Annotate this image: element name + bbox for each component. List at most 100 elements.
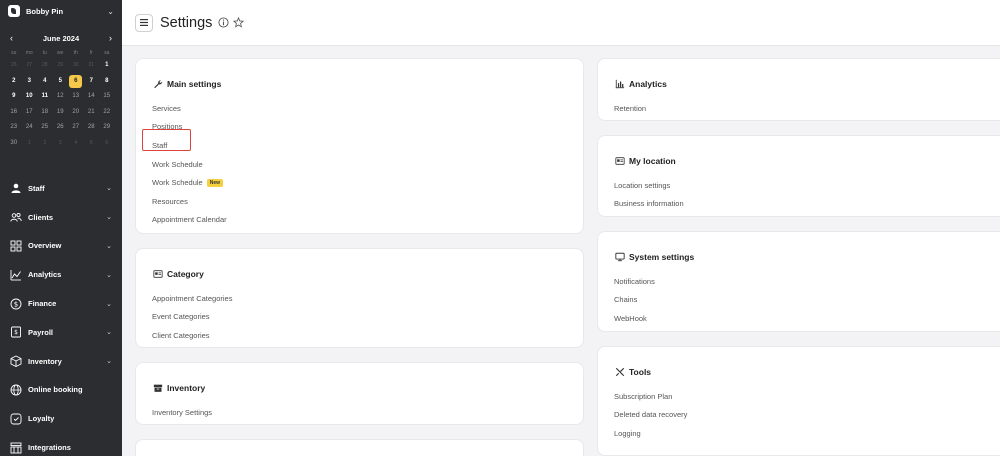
link-work-schedule[interactable]: Work Schedule	[152, 155, 227, 174]
calendar-day[interactable]: 31	[84, 58, 100, 74]
calendar-day[interactable]: 2	[6, 74, 22, 90]
calendar-day-number: 10	[25, 93, 33, 99]
calendar-day[interactable]: 29	[53, 58, 69, 74]
calendar-day[interactable]: 1	[99, 58, 115, 74]
sidebar-item-clients[interactable]: Clients ⌄	[0, 203, 122, 232]
calendar-day[interactable]: 4	[37, 74, 53, 90]
calendar-day[interactable]: 13	[68, 89, 84, 105]
calendar-day[interactable]: 7	[84, 74, 100, 90]
link-event-categories[interactable]: Event Categories	[152, 308, 232, 327]
location-card-icon	[614, 155, 625, 166]
sidebar-item-staff[interactable]: Staff ⌄	[0, 174, 122, 203]
calendar-day[interactable]: 17	[22, 105, 38, 121]
calendar-day-number: 12	[56, 93, 64, 99]
link-subscription-plan[interactable]: Subscription Plan	[614, 387, 687, 406]
menu-toggle-button[interactable]	[135, 13, 153, 32]
info-icon[interactable]	[218, 17, 229, 28]
link-location-settings[interactable]: Location settings	[614, 176, 684, 195]
link-client-categories[interactable]: Client Categories	[152, 326, 232, 345]
link-deleted-data-recovery[interactable]: Deleted data recovery	[614, 406, 687, 425]
calendar-day[interactable]: 15	[99, 89, 115, 105]
my-location-card: My location Location settings Business i…	[597, 135, 1000, 217]
partial-card	[135, 439, 584, 456]
calendar-day[interactable]: 27	[22, 58, 38, 74]
link-services[interactable]: Services	[152, 99, 227, 118]
monitor-icon	[614, 251, 625, 262]
calendar-day[interactable]: 24	[22, 120, 38, 136]
calendar-day-number: 1	[27, 139, 31, 146]
link-resources[interactable]: Resources	[152, 192, 227, 211]
account-switcher[interactable]: Bobby Pin ⌄	[0, 0, 122, 22]
calendar-day[interactable]: 23	[6, 120, 22, 136]
sidebar-item-inventory[interactable]: Inventory ⌄	[0, 347, 122, 376]
main-settings-card: Main settings Services Positions Staff W…	[135, 58, 584, 234]
sidebar-item-label: Finance	[28, 299, 57, 309]
calendar-day[interactable]: 9	[6, 89, 22, 105]
calendar-day[interactable]: 2	[37, 136, 53, 152]
calendar-day[interactable]: 27	[68, 120, 84, 136]
sidebar-item-label: Inventory	[28, 356, 62, 366]
sidebar-item-payroll[interactable]: $ Payroll ⌄	[0, 318, 122, 347]
sidebar-item-label: Staff	[28, 183, 45, 193]
sidebar-item-finance[interactable]: $ Finance ⌄	[0, 289, 122, 318]
link-logging[interactable]: Logging	[614, 424, 687, 443]
svg-text:$: $	[14, 300, 18, 308]
calendar-day-today[interactable]: 6	[68, 74, 84, 90]
calendar-day[interactable]: 26	[6, 58, 22, 74]
calendar-next-button[interactable]: ›	[109, 33, 112, 43]
sidebar-item-online-booking[interactable]: Online booking	[0, 376, 122, 405]
link-appointment-calendar[interactable]: Appointment Calendar	[152, 211, 227, 230]
calendar-day[interactable]: 14	[84, 89, 100, 105]
calendar-day[interactable]: 22	[99, 105, 115, 121]
link-chains[interactable]: Chains	[614, 291, 655, 310]
link-work-schedule-new[interactable]: Work Schedule New	[152, 173, 227, 192]
link-inventory-settings[interactable]: Inventory Settings	[152, 403, 212, 422]
calendar-day[interactable]: 21	[84, 105, 100, 121]
calendar-day[interactable]: 25	[37, 120, 53, 136]
link-staff[interactable]: Staff	[152, 136, 227, 155]
calendar-day[interactable]: 29	[99, 120, 115, 136]
calendar-day-number: 20	[72, 108, 80, 115]
calendar-day[interactable]: 4	[68, 136, 84, 152]
calendar-day[interactable]: 26	[53, 120, 69, 136]
link-webhook[interactable]: WebHook	[614, 309, 655, 328]
sidebar-item-label: Clients	[28, 212, 54, 222]
calendar-day[interactable]: 5	[53, 74, 69, 90]
calendar-day[interactable]: 3	[22, 74, 38, 90]
sidebar: Bobby Pin ⌄ ‹ June 2024 › su mo tu we th fr sa…	[0, 0, 122, 456]
link-retention[interactable]: Retention	[614, 99, 646, 118]
calendar-day[interactable]: 18	[37, 105, 53, 121]
calendar-day[interactable]: 30	[6, 136, 22, 152]
calendar-day[interactable]: 19	[53, 105, 69, 121]
calendar-day[interactable]: 16	[6, 105, 22, 121]
calendar-day[interactable]: 20	[68, 105, 84, 121]
calendar-day[interactable]: 3	[53, 136, 69, 152]
calendar-day[interactable]: 12	[53, 89, 69, 105]
calendar-day[interactable]: 11	[37, 89, 53, 105]
card-title-category: Category	[167, 268, 204, 279]
calendar-weekday: sa	[104, 50, 110, 56]
calendar-month-title[interactable]: June 2024	[43, 34, 79, 43]
star-icon[interactable]	[233, 17, 245, 28]
sidebar-item-analytics[interactable]: Analytics ⌄	[0, 260, 122, 289]
calendar-day[interactable]: 8	[99, 74, 115, 90]
calendar-day-number: 13	[72, 93, 80, 99]
calendar-day[interactable]: 10	[22, 89, 38, 105]
link-positions[interactable]: Positions	[152, 118, 227, 137]
link-appointment-categories[interactable]: Appointment Categories	[152, 289, 232, 308]
calendar-day[interactable]: 28	[84, 120, 100, 136]
calendar-day[interactable]: 5	[84, 136, 100, 152]
wrench-icon	[152, 78, 163, 89]
sidebar-item-integrations[interactable]: Integrations	[0, 433, 122, 456]
calendar-day[interactable]: 30	[68, 58, 84, 74]
link-notifications[interactable]: Notifications	[614, 272, 655, 291]
link-business-information[interactable]: Business information	[614, 195, 684, 214]
sidebar-item-loyalty[interactable]: Loyalty	[0, 404, 122, 433]
calendar-prev-button[interactable]: ‹	[10, 33, 13, 43]
calendar-day-number: 14	[87, 93, 95, 99]
calendar-day[interactable]: 1	[22, 136, 38, 152]
calendar-day[interactable]: 28	[37, 58, 53, 74]
calendar-day[interactable]: 6	[99, 136, 115, 152]
sidebar-item-label: Loyalty	[28, 414, 55, 424]
sidebar-item-overview[interactable]: Overview ⌄	[0, 232, 122, 261]
